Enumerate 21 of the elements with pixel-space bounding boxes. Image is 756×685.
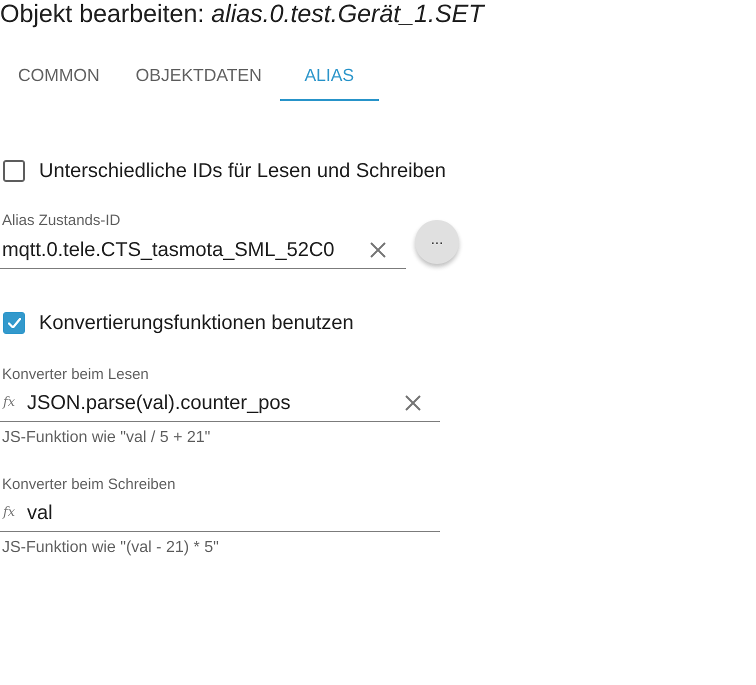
helper-text: JS-Funktion wie "val / 5 + 21" xyxy=(1,430,212,446)
tab[interactable]: OBJEKTDATEN xyxy=(118,51,280,101)
checkbox-label: Konvertierungsfunktionen benutzen xyxy=(39,311,354,335)
checkbox[interactable] xyxy=(3,312,25,334)
field-label: Konverter beim Lesen xyxy=(1,367,150,383)
select-id-button[interactable]: ... xyxy=(415,220,459,264)
function-field[interactable]: fx JSON.parse(val).counter_pos xyxy=(0,385,440,422)
dialog-title: Objekt bearbeiten: alias.0.test.Gerät_1.SET xyxy=(0,0,484,28)
check-icon xyxy=(8,318,20,328)
checkbox[interactable] xyxy=(3,160,25,182)
field-label: Alias Zustands-ID xyxy=(1,213,122,229)
field-label: Konverter beim Schreiben xyxy=(1,477,176,493)
function-icon: fx xyxy=(3,505,23,521)
function-field[interactable]: fx val xyxy=(0,495,440,532)
helper-text: JS-Funktion wie "(val - 21) * 5" xyxy=(1,540,220,556)
clear-icon[interactable] xyxy=(403,393,423,413)
checkbox-label: Unterschiedliche IDs für Lesen und Schreiben xyxy=(39,159,446,183)
tab[interactable]: COMMON xyxy=(0,51,118,101)
clear-icon[interactable] xyxy=(368,240,388,260)
function-icon: fx xyxy=(3,395,23,411)
alias-id-field[interactable]: mqtt.0.tele.CTS_tasmota_SML_52C0 xyxy=(0,232,406,269)
